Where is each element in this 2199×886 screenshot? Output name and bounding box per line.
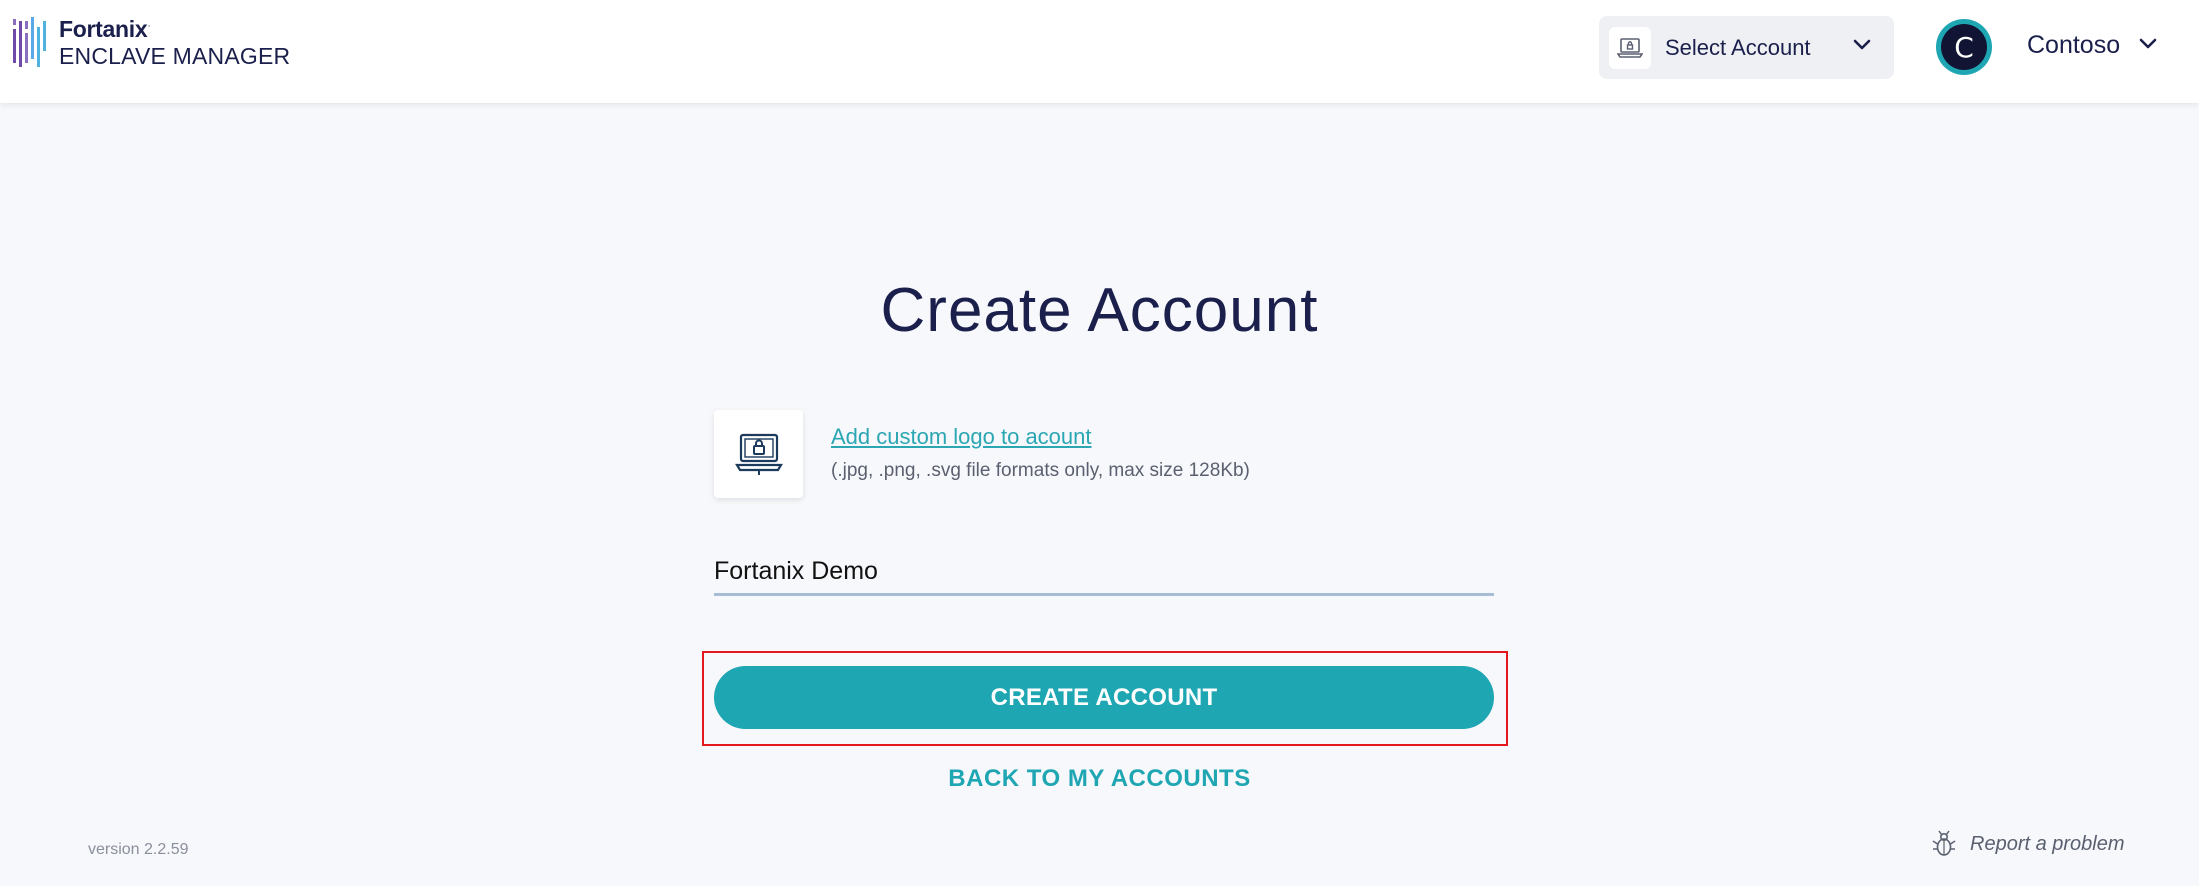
report-problem-link[interactable]: Report a problem	[1932, 830, 2125, 858]
version-label: version 2.2.59	[88, 841, 189, 858]
back-to-my-accounts-link[interactable]: BACK TO MY ACCOUNTS	[0, 765, 2199, 793]
select-account-label: Select Account	[1665, 34, 1811, 60]
logo-brand: Fortanix·	[59, 16, 151, 42]
logo-text: Fortanix· ENCLAVE MANAGER	[59, 18, 290, 68]
avatar-initial: C	[1941, 24, 1987, 70]
fortanix-logo[interactable]: Fortanix· ENCLAVE MANAGER	[13, 15, 290, 71]
logo-product: ENCLAVE MANAGER	[59, 43, 291, 69]
add-custom-logo-link[interactable]: Add custom logo to acount	[831, 424, 1092, 450]
account-name-input[interactable]	[714, 550, 1494, 596]
user-avatar[interactable]: C	[1936, 19, 1992, 75]
fortanix-logo-mark-icon	[13, 17, 46, 67]
top-header: Fortanix· ENCLAVE MANAGER Select Account…	[0, 0, 2199, 103]
account-logo-upload[interactable]	[714, 410, 803, 498]
report-problem-label: Report a problem	[1970, 832, 2125, 855]
chevron-down-icon	[1853, 39, 1871, 50]
logo-brand-text: Fortanix	[59, 16, 148, 42]
select-account-dropdown[interactable]: Select Account	[1599, 16, 1894, 79]
laptop-lock-icon	[734, 433, 783, 475]
bug-icon	[1932, 830, 1956, 856]
user-name[interactable]: Contoso	[2027, 31, 2120, 60]
user-menu-chevron-down-icon[interactable]	[2138, 37, 2158, 51]
upload-format-hint: (.jpg, .png, .svg file formats only, max…	[831, 460, 1250, 481]
page-title: Create Account	[880, 276, 1319, 345]
create-account-button[interactable]: CREATE ACCOUNT	[714, 666, 1494, 729]
laptop-lock-icon	[1609, 26, 1651, 69]
